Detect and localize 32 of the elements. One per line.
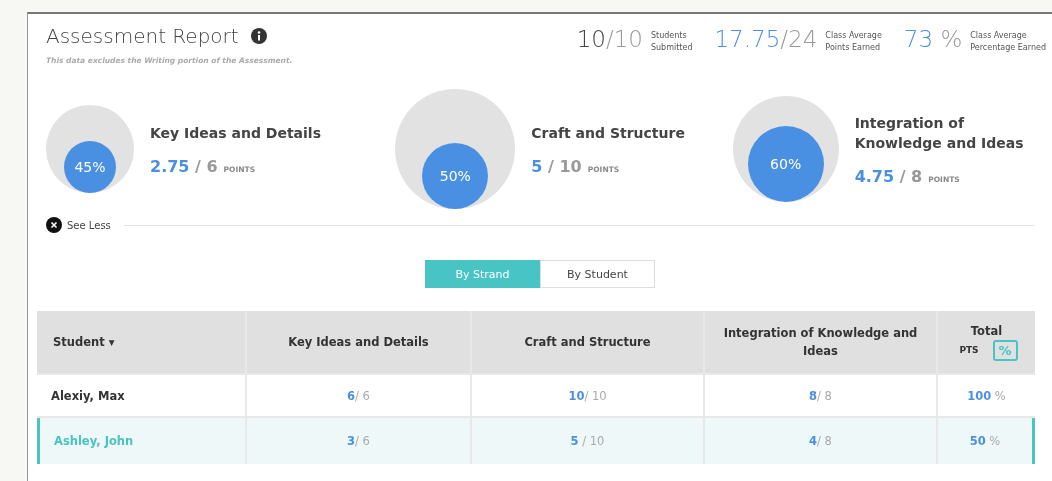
stat-label: Students Submitted <box>650 30 693 54</box>
stat-value: 17.75/24 <box>714 26 818 52</box>
stat-label: Class Average Percentage Earned <box>970 30 1046 54</box>
column-header: Craft and Structure <box>472 311 703 373</box>
total-label: Total <box>970 323 1003 338</box>
student-cell[interactable]: Alexiy, Max <box>37 375 245 416</box>
score-cell: 4/ 8 <box>705 418 936 464</box>
score-cell: 10/ 10 <box>472 375 703 416</box>
stat-label: Class Average Points Earned <box>825 30 882 54</box>
percent-circle: 50% <box>422 143 489 209</box>
unit-toggle[interactable]: PTS <box>955 344 983 356</box>
close-icon[interactable] <box>46 217 62 233</box>
strand-title: Craft and Structure <box>531 123 686 143</box>
score-cell: 3/ 6 <box>247 418 470 464</box>
total-cell: 100 % <box>938 375 1035 416</box>
column-header: Integration of Knowledge and Ideas <box>705 311 936 373</box>
percent-circle: 45% <box>64 141 116 193</box>
score-cell: 5 / 10 <box>472 418 703 464</box>
stat-value: 73 % <box>903 26 963 52</box>
strand-title: Integration of Knowledge and Ideas <box>854 113 1025 153</box>
see-less-link[interactable]: See Less <box>67 219 111 231</box>
view-tab[interactable]: By Student <box>540 260 655 288</box>
score-cell: 6/ 6 <box>247 375 470 416</box>
total-cell: 50 % <box>938 418 1035 464</box>
strand-title: Key Ideas and Details <box>150 123 322 143</box>
percent-circle: 60% <box>747 126 824 202</box>
column-header[interactable]: Student ▾ <box>37 311 245 373</box>
report-title: Assessment Report <box>46 24 239 48</box>
stat-value: 10/10 <box>576 26 643 52</box>
score-cell: 8/ 8 <box>705 375 936 416</box>
column-header: Key Ideas and Details <box>247 311 470 373</box>
info-icon[interactable] <box>250 28 267 44</box>
